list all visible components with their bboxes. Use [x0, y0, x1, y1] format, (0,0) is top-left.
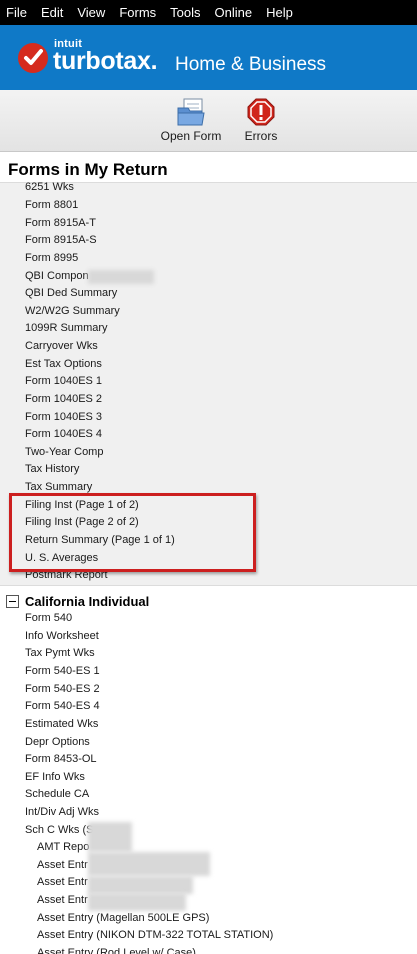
- form-list-item[interactable]: Form 8995: [25, 250, 78, 267]
- form-list-item[interactable]: 6251 Wks: [25, 179, 74, 196]
- sub-list-item[interactable]: Asset Entry (Magellan 500LE GPS): [37, 910, 209, 927]
- toolbar: Open Form Errors: [0, 90, 417, 152]
- form-list-item[interactable]: Info Worksheet: [25, 628, 99, 645]
- menu-tools[interactable]: Tools: [163, 0, 207, 25]
- form-list-item[interactable]: Est Tax Options: [25, 356, 102, 373]
- form-list-item[interactable]: Int/Div Adj Wks: [25, 804, 99, 821]
- form-list-item[interactable]: Carryover Wks: [25, 338, 98, 355]
- menu-file[interactable]: File: [0, 0, 34, 25]
- collapse-icon[interactable]: [6, 595, 19, 608]
- menu-edit[interactable]: Edit: [34, 0, 70, 25]
- errors-label: Errors: [244, 129, 278, 143]
- form-list-item[interactable]: Estimated Wks: [25, 716, 98, 733]
- form-list-item[interactable]: Form 540-ES 4: [25, 698, 100, 715]
- sub-list-item[interactable]: Asset Entr: [37, 874, 88, 891]
- form-list-item[interactable]: Form 8915A-S: [25, 232, 97, 249]
- state-group-label: California Individual: [25, 594, 150, 609]
- menu-help[interactable]: Help: [259, 0, 300, 25]
- turbotax-wordmark: turbotax.: [53, 47, 158, 75]
- sub-list-item[interactable]: Asset Entr: [37, 892, 88, 909]
- form-list-item[interactable]: 1099R Summary: [25, 320, 108, 337]
- menu-view[interactable]: View: [70, 0, 112, 25]
- form-list-item[interactable]: Form 540-ES 1: [25, 663, 100, 680]
- open-form-label: Open Form: [160, 129, 222, 143]
- form-list-item[interactable]: Sch C Wks (S: [25, 822, 93, 839]
- sub-list-item[interactable]: Asset Entr: [37, 857, 88, 874]
- form-list-item[interactable]: Tax Pymt Wks: [25, 645, 95, 662]
- form-list-item[interactable]: QBI Ded Summary: [25, 285, 117, 302]
- form-list-item[interactable]: Form 8801: [25, 197, 78, 214]
- state-group-header[interactable]: California Individual: [6, 593, 149, 610]
- errors-button[interactable]: Errors: [238, 98, 284, 143]
- form-list-item[interactable]: EF Info Wks: [25, 769, 85, 786]
- highlight-annotation: [9, 493, 256, 572]
- sub-list-item[interactable]: Asset Entry (NIKON DTM-322 TOTAL STATION…: [37, 927, 273, 944]
- form-list-item[interactable]: Form 1040ES 4: [25, 426, 102, 443]
- error-stop-icon: [247, 98, 275, 126]
- redacted-area: [88, 822, 132, 852]
- menu-online[interactable]: Online: [208, 0, 260, 25]
- form-list-item[interactable]: Form 1040ES 3: [25, 409, 102, 426]
- form-list-item[interactable]: Form 1040ES 2: [25, 391, 102, 408]
- edition-label: Home & Business: [175, 54, 327, 75]
- form-list-item[interactable]: Form 1040ES 1: [25, 373, 102, 390]
- redacted-area: [88, 852, 210, 876]
- form-list-item[interactable]: Form 8453-OL: [25, 751, 97, 768]
- redacted-area: [88, 876, 193, 894]
- sub-list-item[interactable]: AMT Repo: [37, 839, 89, 856]
- form-list-item[interactable]: QBI Compon: [25, 268, 89, 285]
- menu-bar: File Edit View Forms Tools Online Help: [0, 0, 417, 25]
- form-list-item[interactable]: Schedule CA: [25, 786, 89, 803]
- form-list-item[interactable]: Depr Options: [25, 734, 90, 751]
- form-list-item[interactable]: Form 8915A-T: [25, 215, 96, 232]
- form-list-item[interactable]: W2/W2G Summary: [25, 303, 120, 320]
- form-list-item[interactable]: Form 540: [25, 610, 72, 627]
- menu-forms[interactable]: Forms: [112, 0, 163, 25]
- sub-list-item[interactable]: Asset Entry (Rod Level w/ Case): [37, 945, 196, 954]
- panel-title: Forms in My Return: [8, 160, 168, 179]
- form-list-item[interactable]: Form 540-ES 2: [25, 681, 100, 698]
- open-form-icon: [177, 98, 205, 126]
- form-list-item[interactable]: Tax History: [25, 461, 79, 478]
- brand-banner: intuit turbotax. Home & Business: [0, 25, 417, 90]
- redacted-area: [88, 270, 154, 284]
- open-form-button[interactable]: Open Form: [159, 98, 223, 143]
- redacted-area: [88, 893, 186, 911]
- form-list-item[interactable]: Two-Year Comp: [25, 444, 103, 461]
- checkmark-logo-icon: [18, 43, 48, 73]
